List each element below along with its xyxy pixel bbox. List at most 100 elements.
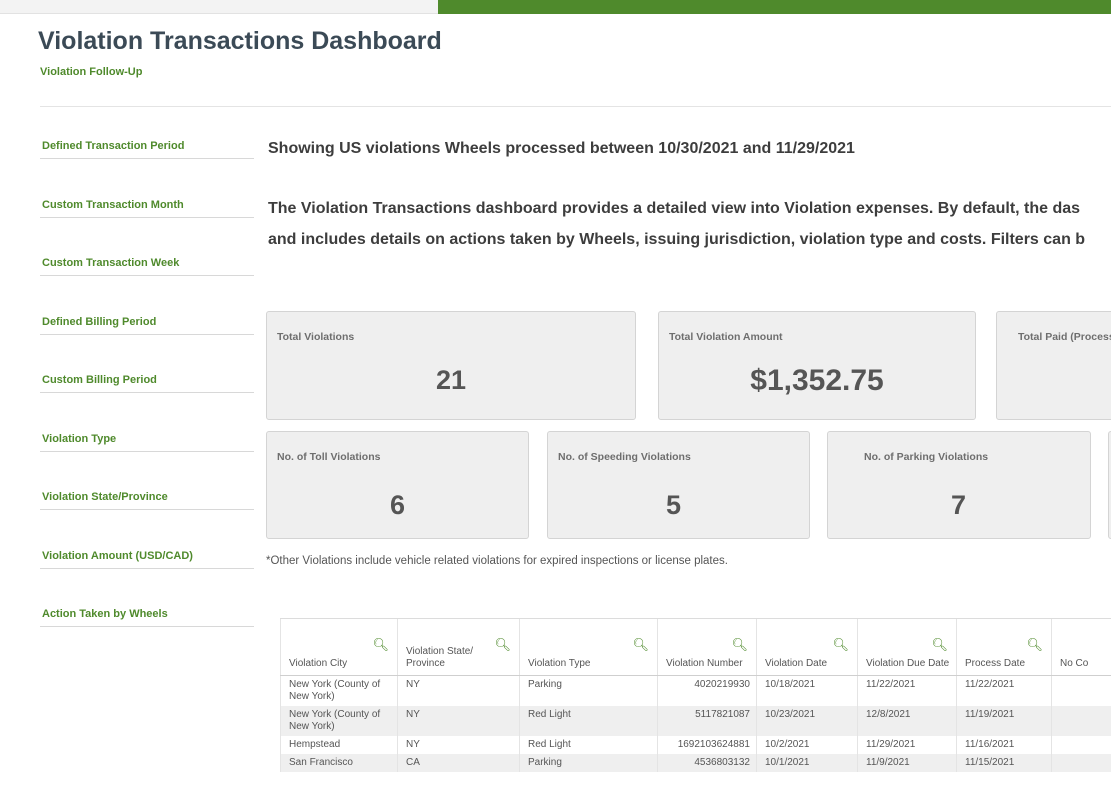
period-summary: Showing US violations Wheels processed b…: [268, 140, 855, 157]
page-title: Violation Transactions Dashboard: [38, 27, 442, 55]
cell-state: NY: [397, 706, 520, 736]
kpi-parking-violations: No. of Parking Violations 7: [827, 431, 1091, 539]
cell-city: New York (County of New York): [280, 706, 398, 736]
cell-date: 10/23/2021: [756, 706, 858, 736]
kpi-value: 6: [389, 490, 406, 520]
search-icon[interactable]: 🔍︎: [832, 638, 849, 651]
column-label: No Co: [1060, 658, 1089, 669]
table-row[interactable]: San Francisco CA Parking 4536803132 10/1…: [280, 754, 1111, 772]
table-header-row: 🔍︎ Violation City 🔍︎ Violation State/ Prov…: [280, 618, 1111, 676]
column-header-process-date[interactable]: 🔍︎ Process Date: [956, 618, 1052, 676]
cell-due-date: 11/22/2021: [857, 675, 957, 706]
cell-type: Parking: [519, 754, 658, 772]
search-icon[interactable]: 🔍︎: [372, 638, 389, 651]
column-label: Violation Number: [666, 658, 743, 669]
cell-type: Parking: [519, 675, 658, 706]
cell-process-date: 11/22/2021: [956, 675, 1052, 706]
kpi-label: Total Violation Amount: [669, 331, 783, 343]
column-label: Process Date: [965, 658, 1026, 669]
kpi-label: Total Violations: [277, 331, 355, 343]
header-divider: [40, 106, 1111, 107]
cell-type: Red Light: [519, 736, 658, 754]
cell-city: San Francisco: [280, 754, 398, 772]
cell-number: 1692103624881: [657, 736, 757, 754]
column-label: Violation Date: [765, 658, 828, 669]
kpi-toll-violations: No. of Toll Violations 6: [266, 431, 529, 539]
kpi-value: 21: [435, 365, 467, 395]
cell-notice: [1051, 736, 1111, 754]
search-icon[interactable]: 🔍︎: [931, 638, 948, 651]
cell-number: 4536803132: [657, 754, 757, 772]
kpi-value: $1,352.75: [750, 364, 884, 397]
top-banner: [438, 0, 1111, 14]
kpi-total-amount: Total Violation Amount $1,352.75: [658, 311, 976, 420]
cell-process-date: 11/16/2021: [956, 736, 1052, 754]
search-icon[interactable]: 🔍︎: [494, 638, 511, 651]
kpi-label: No. of Speeding Violations: [558, 451, 691, 463]
filter-violation-amount[interactable]: Violation Amount (USD/CAD): [40, 532, 254, 591]
kpi-total-paid: Total Paid (Processed: [996, 311, 1111, 420]
column-header-city[interactable]: 🔍︎ Violation City: [280, 618, 398, 676]
filter-custom-billing-period[interactable]: Custom Billing Period: [40, 356, 254, 415]
filter-custom-transaction-month[interactable]: Custom Transaction Month: [40, 181, 254, 240]
column-header-number[interactable]: 🔍︎ Violation Number: [657, 618, 757, 676]
filter-label: Action Taken by Wheels: [42, 608, 168, 620]
column-header-state[interactable]: 🔍︎ Violation State/ Province: [397, 618, 520, 676]
description-line-1: The Violation Transactions dashboard pro…: [268, 200, 1081, 217]
cell-notice: [1051, 706, 1111, 736]
cell-date: 10/1/2021: [756, 754, 858, 772]
kpi-label: No. of Parking Violations: [864, 451, 989, 463]
page-subtitle: Violation Follow-Up: [40, 66, 143, 78]
filter-label: Violation State/Province: [42, 491, 168, 503]
cell-notice: [1051, 754, 1111, 772]
cell-notice: [1051, 675, 1111, 706]
filter-label: Defined Billing Period: [42, 315, 157, 328]
cell-city: New York (County of New York): [280, 675, 398, 706]
cell-number: 4020219930: [657, 675, 757, 706]
filter-label: Defined Transaction Period: [42, 140, 185, 152]
filter-violation-state[interactable]: Violation State/Province: [40, 473, 254, 532]
cell-due-date: 11/9/2021: [857, 754, 957, 772]
kpi-total-violations: Total Violations 21: [266, 311, 636, 420]
column-header-type[interactable]: 🔍︎ Violation Type: [519, 618, 658, 676]
column-label: Violation Due Date: [866, 658, 950, 669]
cell-date: 10/2/2021: [756, 736, 858, 754]
kpi-label: No. of Toll Violations: [277, 451, 381, 463]
filter-custom-transaction-week[interactable]: Custom Transaction Week: [40, 239, 254, 298]
violations-table: 🔍︎ Violation City 🔍︎ Violation State/ Prov…: [280, 618, 1111, 772]
cell-city: Hempstead: [280, 736, 398, 754]
search-icon[interactable]: 🔍︎: [632, 638, 649, 651]
filter-sidebar: Defined Transaction Period Custom Transa…: [40, 122, 254, 649]
cell-process-date: 11/19/2021: [956, 706, 1052, 736]
filter-defined-transaction-period[interactable]: Defined Transaction Period: [40, 122, 254, 181]
column-header-date[interactable]: 🔍︎ Violation Date: [756, 618, 858, 676]
cell-state: NY: [397, 675, 520, 706]
dashboard-description: The Violation Transactions dashboard pro…: [268, 193, 1085, 255]
search-icon[interactable]: 🔍︎: [1026, 638, 1043, 651]
filter-label: Violation Type: [42, 432, 117, 445]
description-line-2: and includes details on actions taken by…: [268, 231, 1086, 248]
cell-number: 5117821087: [657, 706, 757, 736]
table-row[interactable]: Hempstead NY Red Light 1692103624881 10/…: [280, 736, 1111, 754]
cell-due-date: 12/8/2021: [857, 706, 957, 736]
table-row[interactable]: New York (County of New York) NY Red Lig…: [280, 706, 1111, 736]
column-label: Violation Type: [528, 658, 591, 669]
kpi-value: 5: [666, 490, 682, 520]
kpi-value: 7: [951, 490, 967, 520]
filter-action-taken[interactable]: Action Taken by Wheels: [40, 590, 254, 649]
cell-type: Red Light: [519, 706, 658, 736]
column-header-notice[interactable]: No Co: [1051, 618, 1111, 676]
top-bar-left: [0, 0, 438, 14]
filter-label: Violation Amount (USD/CAD): [42, 549, 193, 562]
kpi-speeding-violations: No. of Speeding Violations 5: [547, 431, 810, 539]
filter-violation-type[interactable]: Violation Type: [40, 415, 254, 474]
footnote: *Other Violations include vehicle relate…: [266, 555, 728, 567]
table-row[interactable]: New York (County of New York) NY Parking…: [280, 675, 1111, 706]
filter-defined-billing-period[interactable]: Defined Billing Period: [40, 298, 254, 357]
filter-label: Custom Transaction Month: [42, 198, 184, 211]
search-icon[interactable]: 🔍︎: [731, 638, 748, 651]
cell-process-date: 11/15/2021: [956, 754, 1052, 772]
filter-label: Custom Billing Period: [42, 374, 157, 386]
column-header-due-date[interactable]: 🔍︎ Violation Due Date: [857, 618, 957, 676]
violations-table-container: 🔍︎ Violation City 🔍︎ Violation State/ Prov…: [280, 618, 1111, 791]
